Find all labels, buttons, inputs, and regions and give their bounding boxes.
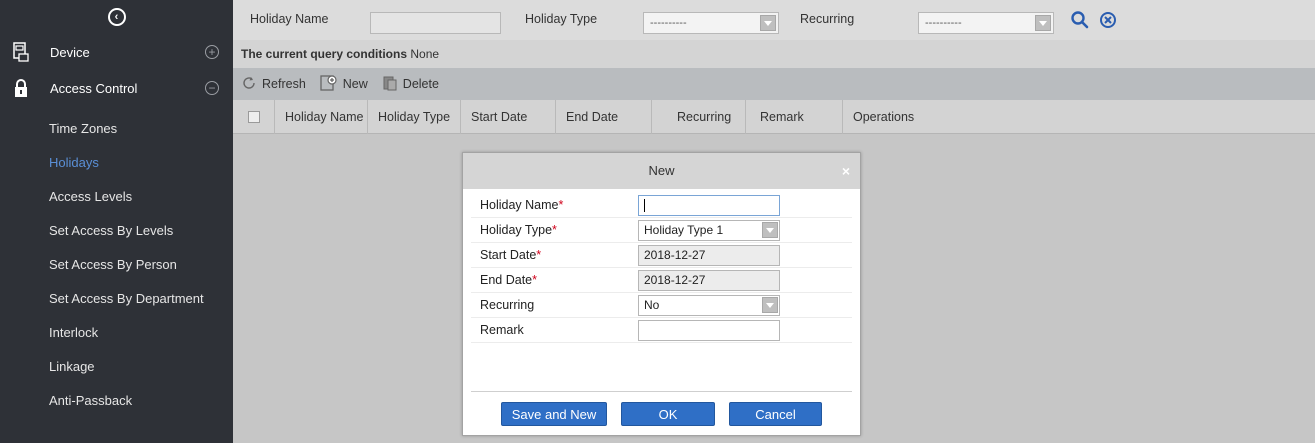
new-button[interactable]: New [320, 74, 368, 94]
new-holiday-dialog: New × Holiday Name* Holiday Type* Holida… [462, 152, 861, 436]
column-recurring[interactable]: Recurring [652, 99, 746, 134]
remark-input[interactable] [638, 320, 780, 341]
remark-row: Remark [471, 318, 852, 343]
holiday-type-filter-label: Holiday Type [525, 12, 598, 26]
column-holiday-name[interactable]: Holiday Name [275, 99, 368, 134]
holiday-type-label-wrap: Holiday Type* [471, 223, 637, 237]
device-icon [12, 42, 30, 62]
holiday-name-input[interactable] [638, 195, 780, 216]
dialog-header: New × [463, 153, 860, 189]
column-holiday-type[interactable]: Holiday Type [368, 99, 461, 134]
query-conditions: The current query conditions None [233, 40, 1315, 68]
delete-icon [382, 75, 398, 94]
start-date-label: Start Date [480, 248, 537, 262]
recurring-row: Recurring No [471, 293, 852, 318]
holiday-type-label: Holiday Type [480, 223, 553, 237]
chevron-down-icon [1035, 15, 1051, 31]
refresh-button[interactable]: Refresh [241, 75, 306, 94]
holiday-type-select[interactable]: Holiday Type 1 [638, 220, 780, 241]
dialog-title: New [648, 163, 675, 178]
start-date-label-wrap: Start Date* [471, 248, 637, 262]
holiday-type-filter-value: ---------- [650, 17, 687, 29]
remark-label: Remark [480, 323, 524, 337]
required-mark: * [532, 273, 537, 287]
sidebar: ‹ Device + Access Control − Time Zones H… [0, 0, 233, 443]
holiday-type-filter-select[interactable]: ---------- [643, 12, 779, 34]
text-caret [644, 199, 645, 213]
clear-filter-icon[interactable] [1098, 10, 1118, 33]
delete-label: Delete [402, 77, 439, 91]
recurring-filter-value: ---------- [925, 17, 962, 29]
recurring-select[interactable]: No [638, 295, 780, 316]
filter-bar: Holiday Name Holiday Type ---------- Rec… [233, 0, 1315, 40]
holiday-type-value: Holiday Type 1 [644, 223, 724, 237]
sidebar-item-set-access-by-person[interactable]: Set Access By Person [0, 248, 233, 282]
chevron-left-icon: ‹ [107, 8, 126, 26]
sidebar-item-set-access-by-levels[interactable]: Set Access By Levels [0, 214, 233, 248]
dialog-footer: Save and New OK Cancel [471, 391, 852, 426]
end-date-label-wrap: End Date* [471, 273, 637, 287]
column-end-date[interactable]: End Date [556, 99, 652, 134]
column-start-date[interactable]: Start Date [461, 99, 556, 134]
search-icon[interactable] [1070, 10, 1090, 33]
lock-icon [12, 78, 30, 98]
close-icon[interactable]: × [842, 153, 850, 189]
sidebar-group-device[interactable]: Device + [0, 34, 233, 70]
recurring-value: No [644, 298, 660, 312]
sidebar-item-access-levels[interactable]: Access Levels [0, 180, 233, 214]
collapse-icon[interactable]: − [205, 81, 219, 95]
chevron-down-icon [762, 222, 778, 238]
new-document-icon [320, 74, 338, 94]
ok-button[interactable]: OK [621, 402, 715, 426]
sidebar-item-linkage[interactable]: Linkage [0, 350, 233, 384]
start-date-row: Start Date* 2018-12-27 [471, 243, 852, 268]
query-conditions-label: The current query conditions [241, 47, 408, 61]
holiday-name-label: Holiday Name [480, 198, 559, 212]
sidebar-item-anti-passback[interactable]: Anti-Passback [0, 384, 233, 418]
query-conditions-value: None [410, 47, 440, 61]
expand-icon[interactable]: + [205, 45, 219, 59]
refresh-label: Refresh [262, 77, 306, 91]
holiday-name-filter-label: Holiday Name [250, 12, 329, 26]
select-all-cell [233, 99, 275, 134]
refresh-icon [241, 75, 257, 94]
end-date-label: End Date [480, 273, 533, 287]
holiday-name-filter-input[interactable] [370, 12, 501, 34]
select-all-checkbox[interactable] [248, 110, 260, 123]
sidebar-item-set-access-by-department[interactable]: Set Access By Department [0, 282, 233, 316]
end-date-input[interactable]: 2018-12-27 [638, 270, 780, 291]
start-date-input[interactable]: 2018-12-27 [638, 245, 780, 266]
holiday-type-row: Holiday Type* Holiday Type 1 [471, 218, 852, 243]
table-header: Holiday Name Holiday Type Start Date End… [233, 99, 1315, 134]
sidebar-item-holidays[interactable]: Holidays [0, 146, 233, 180]
sidebar-group-label: Device [50, 44, 90, 60]
required-mark: * [536, 248, 542, 262]
holiday-name-label-wrap: Holiday Name* [471, 198, 637, 212]
column-remark[interactable]: Remark [746, 99, 843, 134]
holiday-name-row: Holiday Name* [471, 193, 852, 218]
required-mark: * [558, 198, 564, 212]
recurring-label: Recurring [480, 298, 535, 312]
save-and-new-button[interactable]: Save and New [501, 402, 607, 426]
recurring-filter-label: Recurring [800, 12, 855, 26]
sidebar-group-label: Access Control [50, 80, 138, 96]
sidebar-group-access-control[interactable]: Access Control − [0, 70, 233, 106]
chevron-down-icon [762, 297, 778, 313]
cancel-button[interactable]: Cancel [729, 402, 822, 426]
required-mark: * [552, 223, 557, 237]
column-operations: Operations [853, 109, 915, 124]
toolbar: Refresh New Delete [233, 68, 1315, 100]
chevron-down-icon [760, 15, 776, 31]
sidebar-collapse-button[interactable]: ‹ [0, 0, 233, 34]
end-date-row: End Date* 2018-12-27 [471, 268, 852, 293]
sidebar-item-interlock[interactable]: Interlock [0, 316, 233, 350]
recurring-filter-select[interactable]: ---------- [918, 12, 1054, 34]
new-label: New [342, 77, 368, 91]
delete-button[interactable]: Delete [382, 75, 439, 94]
sidebar-item-time-zones[interactable]: Time Zones [0, 112, 233, 146]
